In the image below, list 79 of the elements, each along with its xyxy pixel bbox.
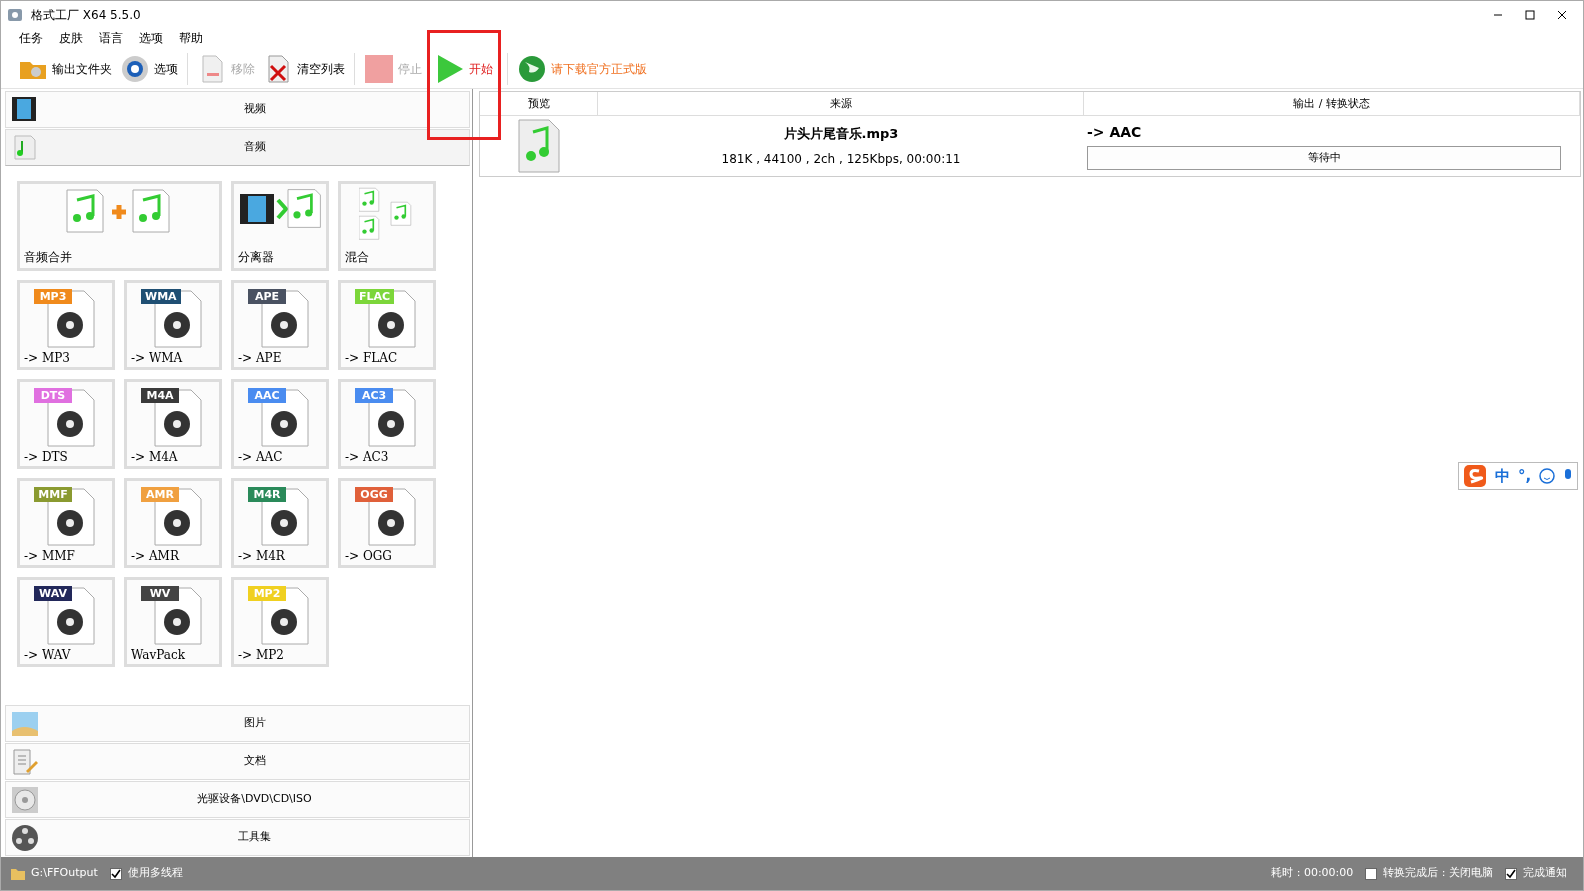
smiley-icon [1539,468,1556,484]
audio-file-icon [515,118,563,174]
converter-tile[interactable]: APE -> APE [231,280,329,370]
punctuation-mode[interactable]: °, [1518,464,1532,488]
category-bar[interactable]: 视频 [5,91,470,128]
maximize-icon [1525,10,1535,20]
format-tag: AAC [248,388,286,403]
converter-tile[interactable]: M4R -> M4R [231,478,329,568]
converter-tile[interactable]: DTS -> DTS [17,379,115,469]
format-tag: WAV [34,586,72,601]
elapsed-time: 耗时 : 00:00:00 [1271,865,1354,882]
converter-tile[interactable]: FLAC -> FLAC [338,280,436,370]
converter-tile[interactable]: 混合 [338,181,436,271]
stop-icon [364,53,394,84]
gear-icon [120,53,150,84]
menu-item[interactable]: 任务 [11,29,51,49]
document-pen-icon [10,746,40,777]
category-bar[interactable]: 光驱设备\DVD\CD\ISO [5,781,470,818]
output-format: -> AAC [1087,123,1143,142]
converter-tile[interactable]: MP2 -> MP2 [231,577,329,667]
column-header[interactable]: 预览 [480,92,598,116]
converter-tile[interactable]: OGG -> OGG [338,478,436,568]
format-tag: WMA [141,289,181,304]
converter-tile[interactable]: MMF -> MMF [17,478,115,568]
film-reel-icon [10,822,40,853]
menu-item[interactable]: 帮助 [171,29,211,49]
menu-item[interactable]: 选项 [131,29,171,49]
globe-icon [517,53,547,84]
status-button[interactable]: 等待中 [1087,146,1561,170]
format-tag: AMR [141,487,179,502]
format-tag: DTS [34,388,72,403]
converter-tile[interactable]: AMR -> AMR [124,478,222,568]
toolbar-button[interactable]: 清空列表 [260,51,348,86]
play-icon [435,53,465,84]
checkbox-label: 转换完成后 : 关闭电脑 [1383,865,1493,882]
format-tag: AC3 [355,388,393,403]
close-icon [1557,10,1567,20]
checkbox-label: 使用多线程 [127,865,183,882]
converter-tile[interactable]: 分离器 [231,181,329,271]
file-name: 片头片尾音乐.mp3 [783,125,899,144]
toolbar-button[interactable]: 选项 [117,51,181,86]
toolbar-button[interactable]: 输出文件夹 [15,51,115,86]
format-tag: M4R [248,487,286,502]
converter-tile[interactable]: WV WavPack [124,577,222,667]
file-info: 181K , 44100 , 2ch , 125Kbps, 00:00:11 [721,150,961,168]
menu-item[interactable]: 语言 [91,29,131,49]
category-bar[interactable]: 音频 [5,129,470,166]
ime-mode[interactable]: 中 [1495,464,1510,488]
format-tag: APE [248,289,286,304]
window-title: 格式工厂 X64 5.5.0 [31,7,141,24]
column-header[interactable]: 来源 [598,92,1084,116]
checkmark-icon [1506,868,1516,879]
converter-tile[interactable]: WAV -> WAV [17,577,115,667]
format-tag: MMF [34,487,72,502]
format-tag: M4A [141,388,179,403]
column-header[interactable]: 输出 / 转换状态 [1084,92,1580,116]
category-bar[interactable]: 工具集 [5,819,470,856]
menu-item[interactable]: 皮肤 [51,29,91,49]
checkbox[interactable] [1505,867,1517,880]
output-folder-path[interactable]: G:\FFOutput [31,865,98,882]
format-tag: WV [141,586,179,601]
converter-tile[interactable]: AAC -> AAC [231,379,329,469]
converter-tile[interactable]: M4A -> M4A [124,379,222,469]
checkbox-label: 完成通知 [1523,865,1567,882]
converter-tile[interactable]: WMA -> WMA [124,280,222,370]
category-bar[interactable]: 文档 [5,743,470,780]
converter-tile[interactable]: 音频合并 [17,181,222,271]
format-tag: MP3 [34,289,72,304]
checkbox[interactable] [1365,867,1378,880]
folder-icon [11,867,25,880]
format-tag: MP2 [248,586,286,601]
converter-tile[interactable]: AC3 -> AC3 [338,379,436,469]
converter-tile[interactable]: MP3 -> MP3 [17,280,115,370]
format-tag: FLAC [355,289,395,304]
checkbox[interactable] [109,867,122,880]
app-icon [7,7,23,23]
category-bar[interactable]: 图片 [5,705,470,742]
format-tag: OGG [355,487,393,502]
checkmark-icon [110,868,121,879]
